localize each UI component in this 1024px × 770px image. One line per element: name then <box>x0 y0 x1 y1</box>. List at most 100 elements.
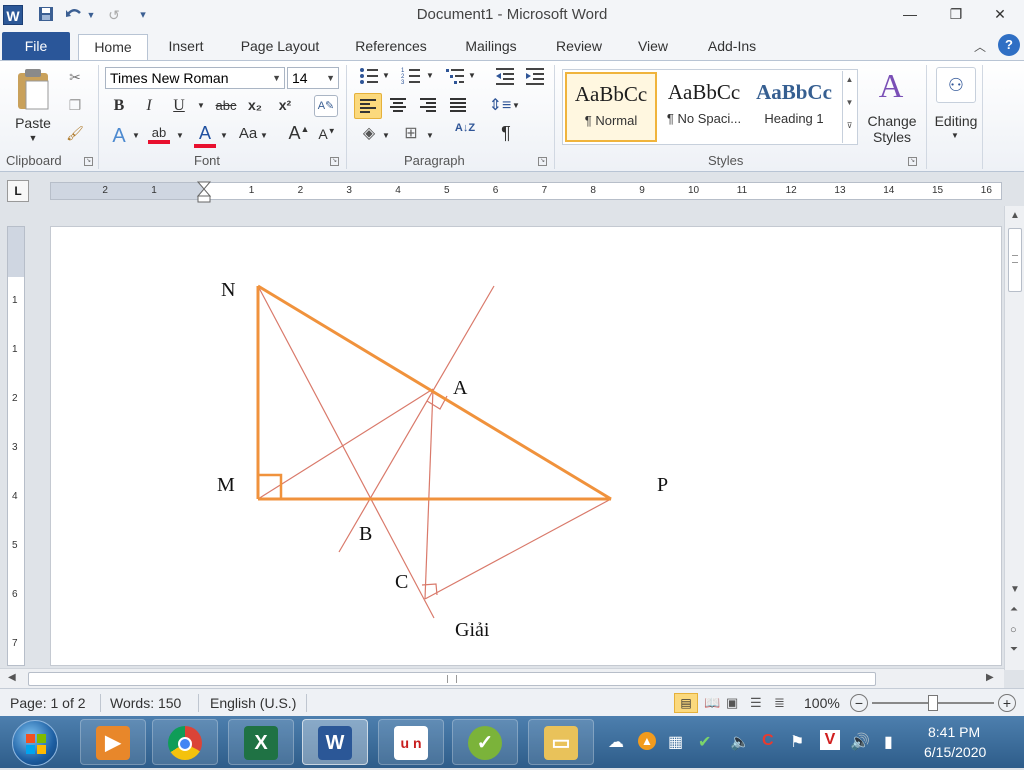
cut-icon[interactable]: ✂ <box>66 69 84 86</box>
outline-icon[interactable]: ☰ <box>750 695 762 711</box>
style-no-spacing[interactable]: AaBbCc ¶ No Spaci... <box>658 72 750 142</box>
language[interactable]: English (U.S.) <box>210 695 296 711</box>
print-layout-icon[interactable]: ▤ <box>674 693 698 713</box>
paragraph-launcher-icon[interactable]: ↘ <box>538 157 547 166</box>
taskbar-excel[interactable]: X <box>228 719 294 765</box>
font-launcher-icon[interactable]: ↘ <box>330 157 339 166</box>
tab-home[interactable]: Home <box>78 34 148 61</box>
highlight-icon[interactable]: ab <box>148 125 170 144</box>
italic-button[interactable]: I <box>140 97 158 115</box>
full-screen-reading-icon[interactable]: 📖 <box>704 695 720 711</box>
scroll-left-icon[interactable]: ◀ <box>8 672 16 683</box>
subscript-button[interactable]: x₂ <box>244 97 266 113</box>
network-icon[interactable]: ▦ <box>668 732 683 752</box>
align-right-button[interactable] <box>418 97 438 116</box>
vertical-scroll-thumb[interactable] <box>1008 228 1022 292</box>
help-icon[interactable]: ? <box>998 34 1020 56</box>
increase-indent-icon[interactable] <box>524 67 546 88</box>
multilevel-dropdown-icon[interactable]: ▼ <box>468 71 476 80</box>
power-icon[interactable]: ▮ <box>884 732 893 752</box>
numbering-icon[interactable]: 123 <box>400 67 422 88</box>
coccoc-tray-icon[interactable]: C <box>762 732 774 750</box>
word-count[interactable]: Words: 150 <box>110 695 181 711</box>
shading-icon[interactable]: ◈ <box>358 123 380 143</box>
sort-icon[interactable]: A↓Z <box>452 123 478 134</box>
horizontal-scrollbar[interactable]: ◀ ▶ <box>0 668 1004 688</box>
borders-dropdown-icon[interactable]: ▼ <box>426 131 434 140</box>
restore-icon[interactable]: ❐ <box>942 4 970 24</box>
style-normal[interactable]: AaBbCc ¶ Normal <box>565 72 657 142</box>
style-heading-1[interactable]: AaBbCc Heading 1 <box>748 72 840 142</box>
strikethrough-button[interactable]: abc <box>212 98 240 113</box>
text-effects-dropdown-icon[interactable]: ▼ <box>132 131 140 140</box>
decrease-indent-icon[interactable] <box>494 67 516 88</box>
zoom-in-icon[interactable]: + <box>998 694 1016 712</box>
tab-file[interactable]: File <box>2 32 70 60</box>
minimize-ribbon-icon[interactable]: ︿ <box>974 38 986 55</box>
clear-formatting-icon[interactable]: A✎ <box>314 95 338 117</box>
up-arrow-icon[interactable]: ▲ <box>638 732 656 750</box>
scroll-up-icon[interactable]: ▲ <box>1010 210 1020 221</box>
tab-review[interactable]: Review <box>548 34 610 61</box>
tab-mailings[interactable]: Mailings <box>454 34 528 61</box>
taskbar-word[interactable]: W <box>302 719 368 765</box>
grow-font-button[interactable]: A▲ <box>288 123 310 144</box>
taskbar-media-player[interactable]: ▶ <box>80 719 146 765</box>
font-color-dropdown-icon[interactable]: ▼ <box>220 131 228 140</box>
zoom-slider[interactable] <box>872 695 994 711</box>
format-painter-icon[interactable]: 🖌 <box>66 125 84 142</box>
document-page[interactable]: N A M P B C Giải <box>50 226 1002 666</box>
styles-scroll-down-icon[interactable]: ▼ <box>843 98 856 107</box>
paste-icon[interactable] <box>12 67 54 113</box>
font-color-icon[interactable]: A <box>194 123 216 148</box>
justify-button[interactable] <box>448 97 468 116</box>
zoom-level[interactable]: 100% <box>804 695 840 711</box>
horizontal-scroll-thumb[interactable] <box>28 672 876 686</box>
bullets-dropdown-icon[interactable]: ▼ <box>382 71 390 80</box>
bold-button[interactable]: B <box>110 97 128 115</box>
tab-selector[interactable]: L <box>7 180 29 202</box>
page-count[interactable]: Page: 1 of 2 <box>10 695 86 711</box>
clock-date[interactable]: 6/15/2020 <box>924 744 986 760</box>
underline-dropdown-icon[interactable]: ▼ <box>196 101 206 110</box>
font-size-field[interactable]: 14 ▼ <box>287 67 339 89</box>
zoom-out-icon[interactable]: − <box>850 694 868 712</box>
paste-button[interactable]: Paste <box>10 115 56 131</box>
underline-button[interactable]: U <box>170 97 188 115</box>
taskbar-unikey[interactable]: u n <box>378 719 444 765</box>
taskbar-chrome[interactable] <box>152 719 218 765</box>
styles-scroll-up-icon[interactable]: ▲ <box>843 75 856 84</box>
draft-icon[interactable]: ≣ <box>774 695 785 711</box>
security-icon[interactable]: ✔ <box>698 732 711 752</box>
change-case-button[interactable]: Aa <box>236 125 260 142</box>
align-left-button[interactable] <box>354 93 382 119</box>
change-styles-button[interactable]: Change Styles <box>862 113 922 145</box>
web-layout-icon[interactable]: ▣ <box>726 695 738 711</box>
font-name-field[interactable]: Times New Roman ▼ <box>105 67 285 89</box>
tab-add-ins[interactable]: Add-Ins <box>696 34 768 61</box>
highlight-dropdown-icon[interactable]: ▼ <box>176 131 184 140</box>
show-marks-icon[interactable]: ¶ <box>496 123 516 144</box>
superscript-button[interactable]: x² <box>274 97 296 113</box>
text-effects-icon[interactable]: A <box>108 125 130 148</box>
scroll-right-icon[interactable]: ▶ <box>986 672 994 683</box>
font-name-dropdown-icon[interactable]: ▼ <box>272 68 281 88</box>
browse-object-icon[interactable]: ○ <box>1010 624 1017 636</box>
line-spacing-icon[interactable]: ⇕≡ <box>488 95 512 115</box>
styles-more-icon[interactable]: ⊽ <box>843 121 856 130</box>
vertical-scrollbar[interactable]: ▲ ▼ ⏶ ○ ⏷ <box>1004 206 1024 670</box>
flag-icon[interactable]: ⚑ <box>790 732 804 752</box>
vertical-ruler[interactable]: 112345678 <box>7 226 25 698</box>
start-button[interactable] <box>12 720 58 766</box>
close-icon[interactable]: ✕ <box>986 4 1014 24</box>
copy-icon[interactable]: ❐ <box>66 97 84 114</box>
tab-page-layout[interactable]: Page Layout <box>232 34 328 61</box>
multilevel-list-icon[interactable] <box>444 67 466 88</box>
clock-time[interactable]: 8:41 PM <box>928 724 980 740</box>
volume-icon[interactable]: 🔊 <box>850 732 870 752</box>
borders-icon[interactable]: ⊞ <box>400 123 422 143</box>
shading-dropdown-icon[interactable]: ▼ <box>382 131 390 140</box>
shrink-font-button[interactable]: A▼ <box>316 126 338 142</box>
font-size-dropdown-icon[interactable]: ▼ <box>326 68 335 88</box>
numbering-dropdown-icon[interactable]: ▼ <box>426 71 434 80</box>
